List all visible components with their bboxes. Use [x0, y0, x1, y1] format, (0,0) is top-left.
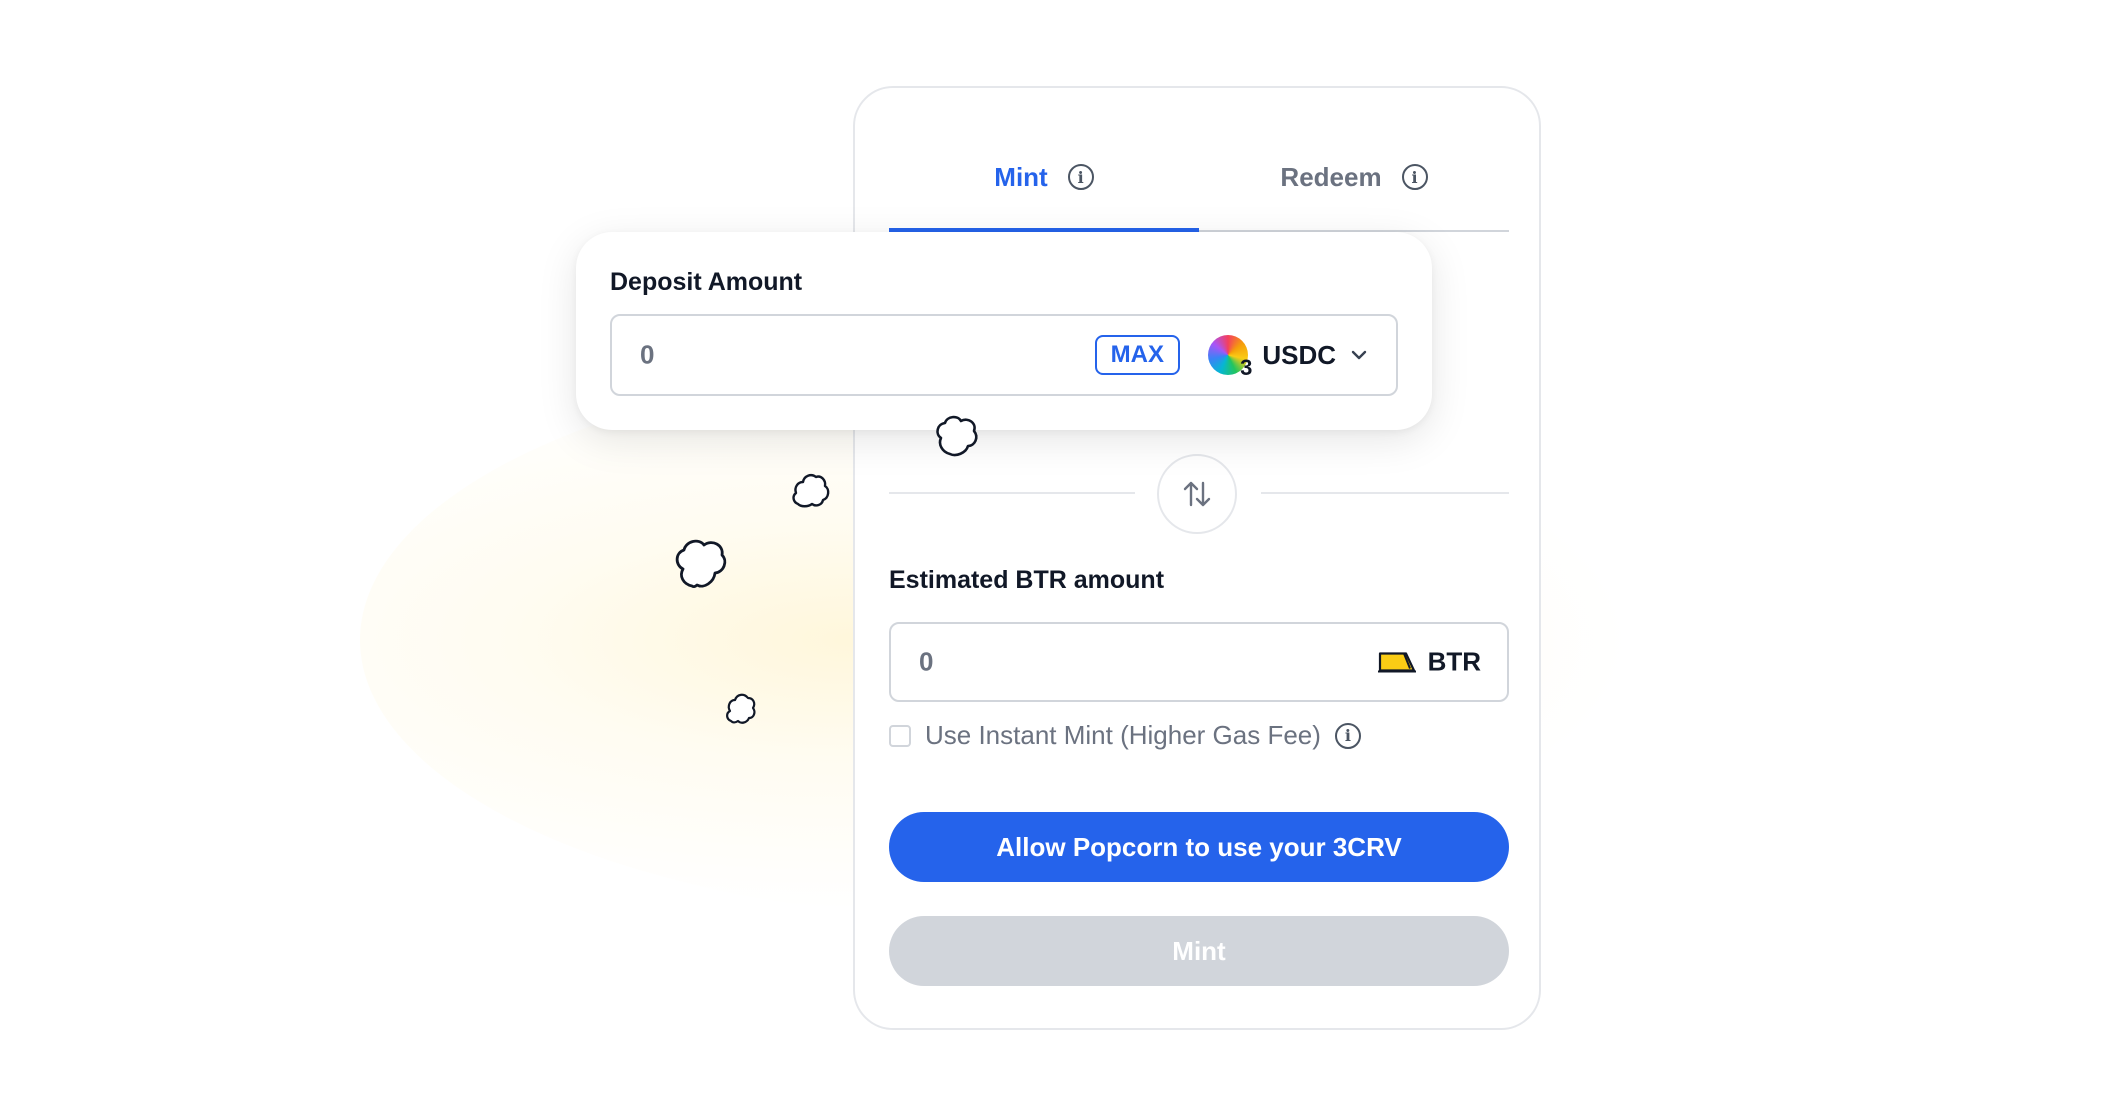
divider [1261, 492, 1509, 494]
popcorn-icon [936, 415, 978, 457]
tab-mint-label: Mint [994, 161, 1048, 192]
deposit-card: Deposit Amount 0 MAX 3 USDC [576, 232, 1432, 430]
instant-mint-checkbox[interactable] [889, 724, 911, 747]
token-selector-label: USDC [1262, 339, 1336, 370]
mint-button[interactable]: Mint [889, 916, 1509, 986]
tab-mint[interactable]: Mint i [889, 124, 1199, 232]
deposit-label: Deposit Amount [610, 268, 803, 296]
btr-token-label: BTR [1427, 646, 1481, 677]
popcorn-icon [726, 693, 756, 724]
info-icon[interactable]: i [1067, 164, 1094, 190]
tab-redeem-label: Redeem [1280, 161, 1382, 192]
btr-token-icon [1377, 651, 1416, 672]
instant-mint-label[interactable]: Use Instant Mint (Higher Gas Fee) [925, 720, 1321, 751]
chevron-down-icon [1351, 350, 1367, 360]
estimate-value: 0 [919, 646, 934, 677]
popcorn-icon [792, 474, 830, 508]
mint-card: Mint i Redeem i Estimated BTR amount 0 B… [853, 86, 1541, 1030]
deposit-field[interactable]: 0 MAX 3 USDC [610, 314, 1398, 396]
estimate-field: 0 BTR [889, 622, 1509, 702]
info-icon[interactable]: i [1334, 722, 1361, 749]
info-icon[interactable]: i [1401, 164, 1428, 190]
swap-arrows-icon [1183, 481, 1211, 507]
max-button[interactable]: MAX [1094, 335, 1180, 375]
swap-direction-button[interactable] [1157, 454, 1237, 534]
popcorn-icon [675, 539, 727, 589]
instant-mint-row: Use Instant Mint (Higher Gas Fee) i [889, 720, 1361, 751]
divider [889, 492, 1135, 494]
estimate-label: Estimated BTR amount [889, 566, 1165, 594]
allow-3crv-button[interactable]: Allow Popcorn to use your 3CRV [889, 812, 1509, 882]
usdc-3crv-icon: 3 [1208, 335, 1252, 380]
tab-redeem[interactable]: Redeem i [1199, 124, 1509, 230]
tab-bar: Mint i Redeem i [889, 124, 1509, 232]
token-selector[interactable]: 3 USDC [1208, 335, 1368, 380]
deposit-amount-input[interactable]: 0 [640, 340, 654, 371]
btr-token: BTR [1376, 647, 1481, 678]
